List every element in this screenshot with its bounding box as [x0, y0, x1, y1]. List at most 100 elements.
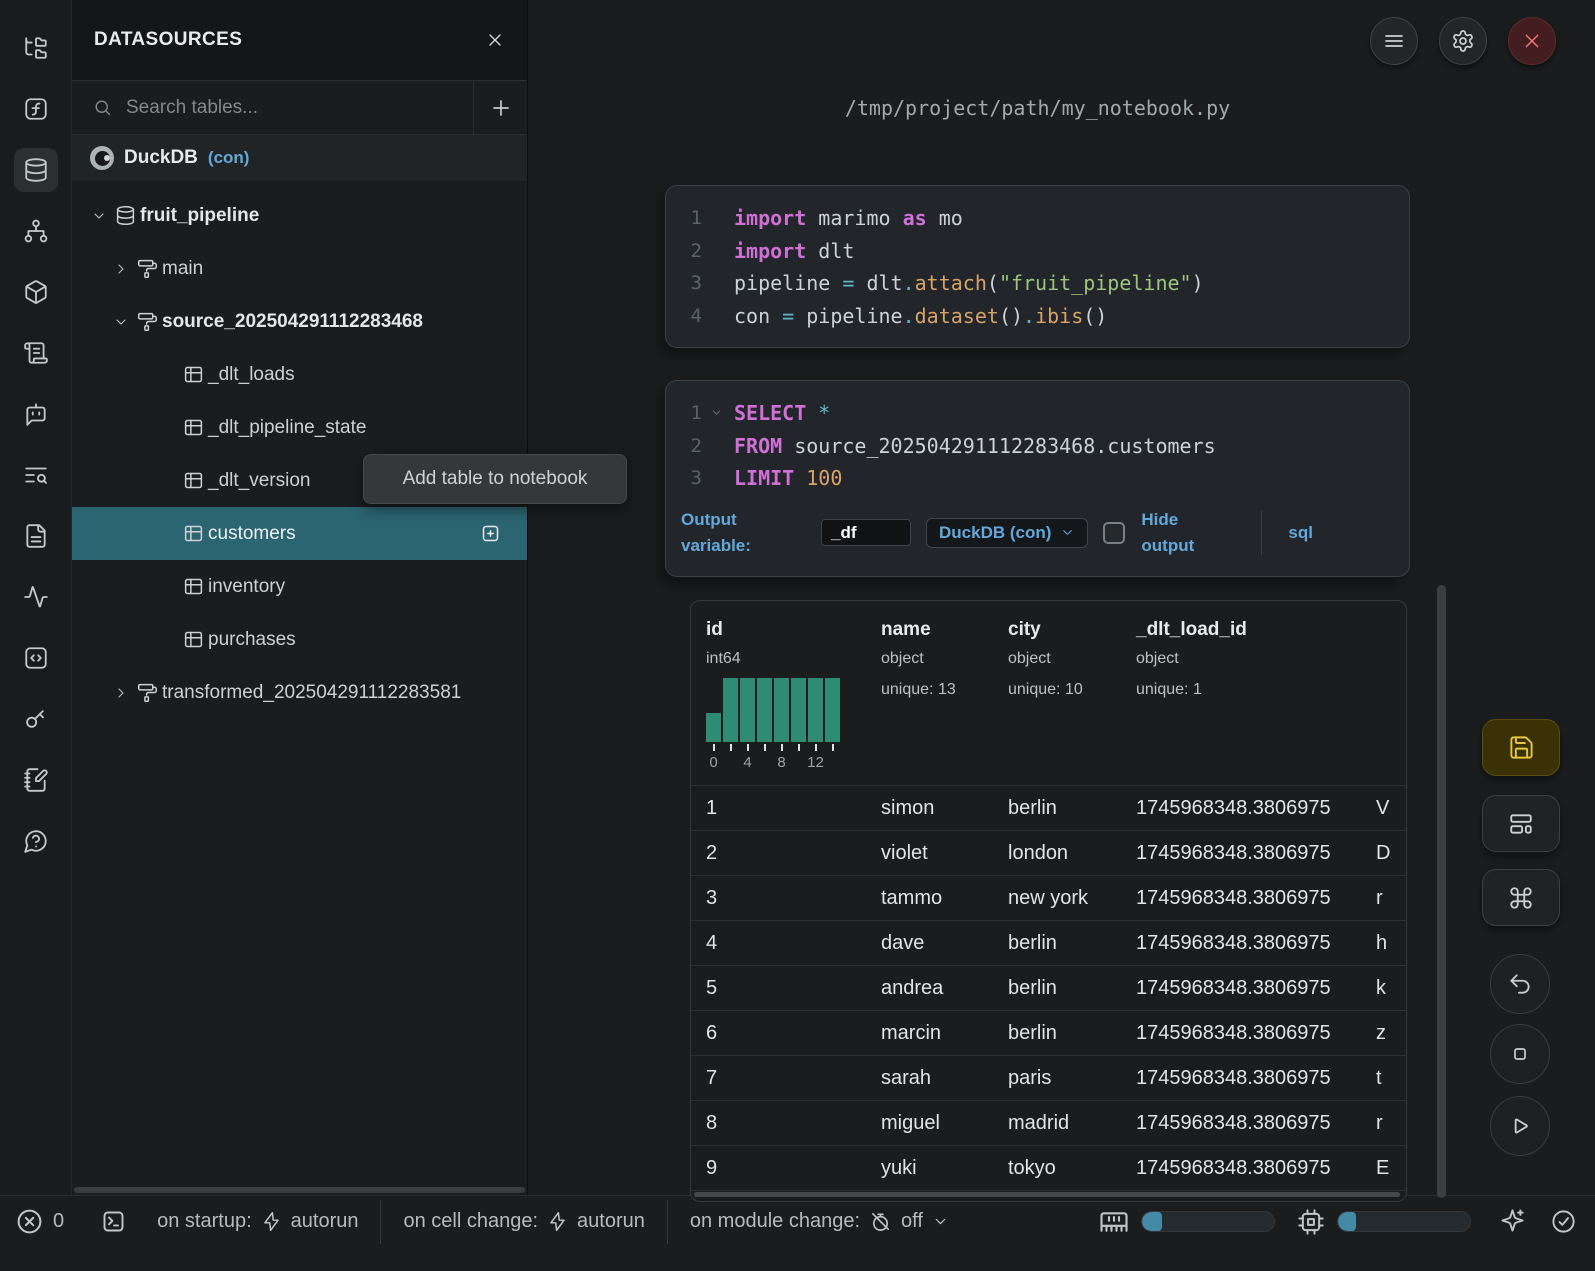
- cpu-icon: [1297, 1208, 1325, 1236]
- search-icon: [93, 98, 112, 117]
- error-circle-icon: [15, 1207, 44, 1236]
- hierarchy-icon: [23, 218, 49, 244]
- column-header-name: nameobjectunique: 13: [881, 601, 1008, 785]
- id-histogram: 04812: [706, 678, 843, 770]
- rail-packages-button[interactable]: [14, 270, 58, 314]
- chevron-right-icon[interactable]: [110, 685, 132, 701]
- notebook-vertical-scrollbar[interactable]: [1437, 585, 1446, 1198]
- tree-item-purchases[interactable]: purchases: [72, 613, 527, 666]
- engine-dropdown-value: DuckDB (con): [939, 523, 1051, 543]
- table-icon: [178, 523, 208, 544]
- close-panel-button[interactable]: [485, 30, 505, 50]
- on-cell-change-label: on cell change:: [403, 1210, 538, 1233]
- run-button[interactable]: [1490, 1096, 1550, 1156]
- on-cell-change-setting[interactable]: on cell change: autorun: [403, 1210, 644, 1233]
- help-icon: [23, 828, 49, 854]
- error-counter[interactable]: 0: [15, 1207, 64, 1236]
- rail-function-button[interactable]: [14, 87, 58, 131]
- rail-dependencies-button[interactable]: [14, 209, 58, 253]
- tree-item-label: _dlt_pipeline_state: [208, 417, 366, 439]
- engine-dropdown[interactable]: DuckDB (con): [926, 518, 1088, 548]
- rail-help-button[interactable]: [14, 819, 58, 863]
- rail-tracing-button[interactable]: [14, 575, 58, 619]
- rail-datasources-button[interactable]: [14, 148, 58, 192]
- chevron-right-icon[interactable]: [110, 261, 132, 277]
- hide-output-checkbox[interactable]: [1103, 522, 1125, 544]
- tree-item-inventory[interactable]: inventory: [72, 560, 527, 613]
- save-button[interactable]: [1482, 719, 1560, 776]
- save-icon: [1508, 734, 1535, 761]
- tree-item-label: _dlt_version: [208, 470, 310, 492]
- notebook-path: /tmp/project/path/my_notebook.py: [665, 96, 1410, 120]
- menu-button[interactable]: [1370, 17, 1418, 65]
- undo-button[interactable]: [1490, 954, 1550, 1014]
- tree-item-_dlt_loads[interactable]: _dlt_loads: [72, 348, 527, 401]
- table-row: 6marcinberlin1745968348.3806975z: [691, 1010, 1406, 1055]
- add-datasource-button[interactable]: [473, 81, 527, 134]
- rail-scratch-notebook-button[interactable]: [14, 758, 58, 802]
- table-icon: [178, 629, 208, 650]
- close-icon: [485, 30, 505, 50]
- schema-icon: [132, 311, 162, 332]
- table-body: 1simonberlin1745968348.3806975V2violetlo…: [691, 785, 1406, 1191]
- on-module-change-setting[interactable]: on module change: off: [690, 1210, 949, 1233]
- tree-item-source_202504291112283468[interactable]: source_202504291112283468: [72, 295, 527, 348]
- search-tables-input[interactable]: [126, 97, 473, 119]
- column-header-_dlt_load_id: _dlt_load_idobjectunique: 1: [1136, 601, 1376, 785]
- sql-cell[interactable]: 1SELECT *2FROM source_202504291112283468…: [665, 380, 1410, 577]
- activity-rail: [0, 0, 72, 1195]
- terminal-button[interactable]: [100, 1208, 127, 1235]
- settings-button[interactable]: [1439, 17, 1487, 65]
- on-module-change-value: off: [901, 1210, 923, 1233]
- rail-documentation-button[interactable]: [14, 514, 58, 558]
- shutdown-button[interactable]: [1508, 17, 1556, 65]
- status-bar: 0 on startup: autorun on cell change: au…: [0, 1195, 1595, 1271]
- chevron-down-icon[interactable]: [110, 314, 132, 330]
- panel-horizontal-scrollbar[interactable]: [74, 1187, 525, 1193]
- error-count: 0: [53, 1210, 64, 1233]
- rail-file-tree-button[interactable]: [14, 26, 58, 70]
- output-variable-input[interactable]: [821, 519, 911, 546]
- tree-item-customers[interactable]: customers: [72, 507, 527, 560]
- command-palette-button[interactable]: [1482, 869, 1560, 926]
- tree-item-label: fruit_pipeline: [140, 205, 259, 227]
- schema-icon: [132, 682, 162, 703]
- layout-toggle-button[interactable]: [1482, 795, 1560, 852]
- tree-item-transformed_202504291112283581[interactable]: transformed_202504291112283581: [72, 666, 527, 719]
- hamburger-icon: [1382, 29, 1406, 53]
- on-module-change-label: on module change:: [690, 1210, 860, 1233]
- tree-item-fruit_pipeline[interactable]: fruit_pipeline: [72, 189, 527, 242]
- rail-logs-button[interactable]: [14, 453, 58, 497]
- connection-duckdb[interactable]: DuckDB (con): [72, 135, 527, 181]
- scroll-icon: [23, 340, 49, 366]
- sql-code: 1SELECT *2FROM source_202504291112283468…: [666, 381, 1409, 495]
- on-startup-setting[interactable]: on startup: autorun: [157, 1210, 358, 1233]
- table-horizontal-scrollbar[interactable]: [694, 1192, 1400, 1197]
- table-row: 4daveberlin1745968348.3806975h: [691, 920, 1406, 965]
- memory-icon: [1099, 1207, 1129, 1237]
- footer-divider: [1261, 511, 1262, 555]
- tree-item-main[interactable]: main: [72, 242, 527, 295]
- file-tree-icon: [23, 35, 49, 61]
- tree-item-label: main: [162, 258, 203, 280]
- connected-check-icon: [1550, 1208, 1577, 1235]
- rail-secrets-button[interactable]: [14, 697, 58, 741]
- code-line: 1import marimo as mo: [666, 202, 1409, 235]
- on-startup-label: on startup:: [157, 1210, 252, 1233]
- ai-assistant-button[interactable]: [1499, 1207, 1526, 1237]
- notebook-pen-icon: [23, 767, 49, 793]
- rail-ai-chat-button[interactable]: [14, 392, 58, 436]
- chevron-down-icon: [1060, 525, 1075, 540]
- code-line: 2FROM source_202504291112283468.customer…: [666, 430, 1409, 463]
- add-table-to-notebook-icon[interactable]: [480, 523, 501, 544]
- python-cell[interactable]: 1import marimo as mo2import dlt3pipeline…: [665, 185, 1410, 348]
- tree-item-label: transformed_202504291112283581: [162, 682, 461, 704]
- fold-toggle-icon[interactable]: [710, 406, 723, 419]
- tree-item-_dlt_pipeline_state[interactable]: _dlt_pipeline_state: [72, 401, 527, 454]
- rail-snippets-button[interactable]: [14, 636, 58, 680]
- rail-scratchpad-button[interactable]: [14, 331, 58, 375]
- table-row: 2violetlondon1745968348.3806975D: [691, 830, 1406, 875]
- interrupt-button[interactable]: [1490, 1024, 1550, 1084]
- chevron-down-icon[interactable]: [88, 208, 110, 224]
- memory-usage-bar: [1141, 1211, 1275, 1232]
